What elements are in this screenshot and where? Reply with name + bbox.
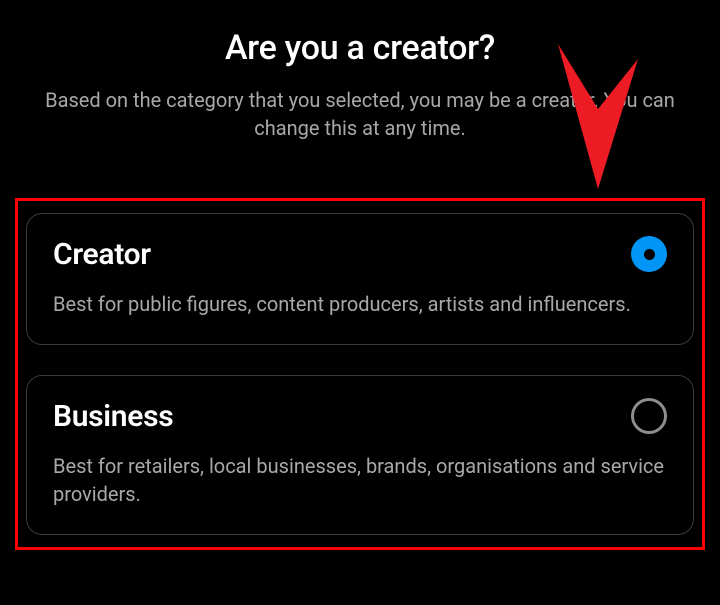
radio-unselected-icon[interactable]	[631, 398, 667, 434]
option-creator[interactable]: Creator Best for public figures, content…	[26, 213, 694, 345]
option-creator-title: Creator	[53, 237, 151, 272]
option-business-description: Best for retailers, local businesses, br…	[53, 452, 667, 508]
option-business-title: Business	[53, 399, 173, 434]
options-highlight-box: Creator Best for public figures, content…	[15, 198, 705, 550]
page-subtitle: Based on the category that you selected,…	[15, 68, 705, 142]
option-business[interactable]: Business Best for retailers, local busin…	[26, 375, 694, 535]
page-title: Are you a creator?	[15, 0, 705, 68]
radio-selected-icon[interactable]	[631, 236, 667, 272]
option-creator-description: Best for public figures, content produce…	[53, 290, 667, 318]
